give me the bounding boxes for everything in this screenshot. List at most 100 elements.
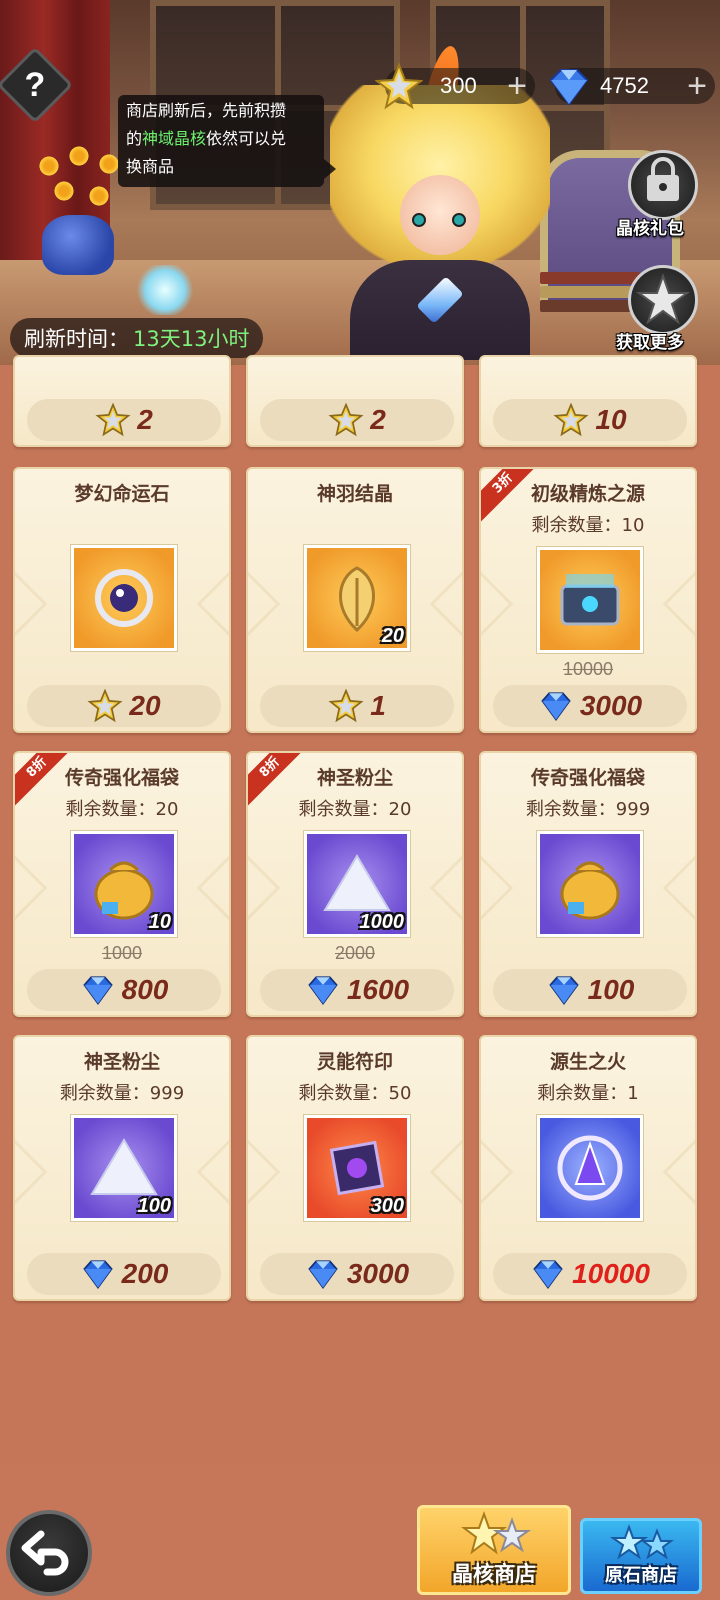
core-gift-pack-button[interactable]: [628, 150, 698, 220]
tab-ore-shop[interactable]: 原石商店: [580, 1518, 702, 1594]
card-decoration: [662, 852, 695, 924]
item-thumbnail[interactable]: 100: [71, 1115, 177, 1221]
tab-core-shop[interactable]: 晶核商店: [417, 1505, 571, 1595]
shop-item-card[interactable]: 8折 神圣粉尘 剩余数量：20 1000 2000 1600: [246, 751, 464, 1017]
price-button[interactable]: 3000: [493, 685, 687, 727]
gem-icon: [82, 976, 113, 1006]
card-decoration: [662, 1136, 695, 1208]
item-thumbnail[interactable]: [537, 831, 643, 937]
question-icon: ?: [24, 65, 46, 104]
shop-item-card[interactable]: 传奇强化福袋 剩余数量：999 100: [479, 751, 697, 1017]
card-decoration: [248, 568, 281, 640]
card-decoration: [248, 1136, 281, 1208]
item-name: 灵能符印: [316, 1051, 393, 1073]
bag-icon: [560, 861, 620, 920]
price-button[interactable]: 1600: [260, 969, 454, 1011]
item-thumbnail[interactable]: [71, 545, 177, 651]
gem-icon: [548, 976, 579, 1006]
price-value: 1600: [346, 974, 410, 1005]
original-price: 10000: [562, 659, 614, 679]
price-value: 3000: [346, 1258, 410, 1289]
shop-item-card[interactable]: 神羽结晶 20 1: [246, 467, 464, 733]
shop-item-card[interactable]: 灵能符印剩余数量：50 300 3000: [246, 1035, 464, 1301]
item-name: 传奇强化福袋: [64, 767, 179, 789]
shop-item-card[interactable]: 2: [246, 355, 464, 447]
refresh-value: 13天13小时: [133, 327, 250, 351]
item-stock: 剩余数量：999: [59, 1083, 185, 1104]
core-gift-pack-label: 晶核礼包: [616, 219, 684, 239]
item-thumbnail[interactable]: 20: [304, 545, 410, 651]
shop-item-card[interactable]: 神圣粉尘剩余数量：999 100 200: [13, 1035, 231, 1301]
star-icon: [553, 403, 589, 437]
star-currency-value: 300: [440, 73, 477, 98]
price-button[interactable]: 20: [27, 685, 221, 727]
tooltip-line-1: 商店刷新后，先前积攒: [126, 101, 287, 120]
price-button[interactable]: 800: [27, 969, 221, 1011]
card-decoration: [481, 568, 514, 640]
price-value: 10000: [572, 1258, 650, 1289]
item-name: 传奇强化福袋: [530, 767, 645, 789]
item-name: 梦幻命运石: [74, 483, 170, 505]
price-value: 2: [137, 404, 153, 435]
shop-item-card[interactable]: 10: [479, 355, 697, 447]
tooltip-line-3: 换商品: [126, 157, 175, 176]
item-quantity: 1000: [359, 911, 405, 933]
item-stock: 剩余数量：10: [531, 515, 645, 536]
back-button[interactable]: [6, 1510, 92, 1596]
shop-item-card[interactable]: 源生之火 剩余数量：1 10000: [479, 1035, 697, 1301]
card-decoration: [196, 1136, 229, 1208]
item-name: 源生之火: [549, 1051, 626, 1073]
shop-item-card[interactable]: 2: [13, 355, 231, 447]
price-button[interactable]: 2: [260, 399, 454, 441]
price-button[interactable]: 3000: [260, 1253, 454, 1295]
item-thumbnail[interactable]: 10: [71, 831, 177, 937]
item-thumbnail[interactable]: [537, 1115, 643, 1221]
card-decoration: [15, 568, 48, 640]
card-decoration: [481, 1136, 514, 1208]
item-stock: 剩余数量：20: [65, 799, 179, 820]
price-value: 20: [129, 690, 161, 721]
back-arrow-icon: [21, 1530, 69, 1576]
item-name: 神圣粉尘: [83, 1051, 160, 1073]
item-stock: 剩余数量：50: [298, 1083, 412, 1104]
item-thumbnail[interactable]: 1000: [304, 831, 410, 937]
price-value: 2: [370, 404, 386, 435]
star-cluster-icon: [461, 1511, 532, 1555]
item-stock: 剩余数量：20: [298, 799, 412, 820]
price-value: 10: [595, 404, 627, 435]
card-decoration: [196, 568, 229, 640]
star-icon: [375, 62, 423, 110]
shop-item-card[interactable]: 8折 传奇强化福袋 剩余数量：20 10 1000 800: [13, 751, 231, 1017]
price-button[interactable]: 10000: [493, 1253, 687, 1295]
original-price: 2000: [334, 943, 376, 963]
card-decoration: [429, 1136, 462, 1208]
glow-star-decoration: [135, 265, 195, 315]
card-decoration: [662, 568, 695, 640]
shop-item-card[interactable]: 梦幻命运石 20: [13, 467, 231, 733]
star-icon: [328, 403, 364, 437]
item-name: 初级精炼之源: [530, 483, 645, 505]
shop-item-card[interactable]: 3折 初级精炼之源 剩余数量：10 10000 3000: [479, 467, 697, 733]
tooltip-line-2: 的神域晶核依然可以兑: [126, 129, 287, 148]
card-decoration: [15, 1136, 48, 1208]
price-button[interactable]: 10: [493, 399, 687, 441]
gem-icon: [308, 1260, 338, 1290]
add-gem-button[interactable]: +: [687, 69, 707, 103]
get-more-button[interactable]: [628, 265, 698, 335]
star-icon: [328, 689, 364, 723]
item-thumbnail[interactable]: [537, 547, 643, 653]
shop-banner: [0, 0, 720, 365]
card-decoration: [429, 852, 462, 924]
item-thumbnail[interactable]: 300: [304, 1115, 410, 1221]
price-button[interactable]: 100: [493, 969, 687, 1011]
gem-icon: [82, 1260, 113, 1290]
price-button[interactable]: 200: [27, 1253, 221, 1295]
price-button[interactable]: 2: [27, 399, 221, 441]
add-star-button[interactable]: +: [507, 69, 527, 103]
card-decoration: [429, 568, 462, 640]
fire-icon: [557, 1135, 623, 1201]
lock-chest-icon: [647, 157, 679, 201]
price-value: 800: [121, 974, 169, 1005]
item-stock: 剩余数量：999: [525, 799, 651, 820]
price-button[interactable]: 1: [260, 685, 454, 727]
